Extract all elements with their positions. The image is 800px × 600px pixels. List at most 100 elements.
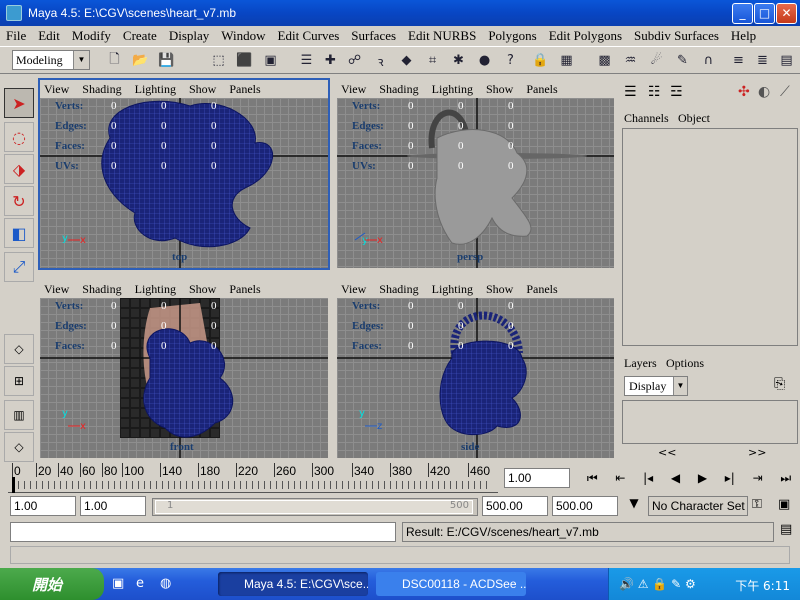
channels-menu[interactable]: Channels (624, 111, 669, 126)
menu-subdiv-surfaces[interactable]: Subdiv Surfaces (628, 28, 725, 44)
script-editor-icon[interactable]: ▤ (780, 522, 792, 537)
play-forward-icon[interactable]: ▶ (698, 471, 707, 485)
ipr-render-icon[interactable]: ☄ (646, 50, 667, 71)
animation-prefs-icon[interactable]: ▣ (778, 497, 790, 512)
selection-mask-icon[interactable]: ☰ (296, 50, 317, 71)
new-scene-icon[interactable]: 🗋 (104, 50, 125, 71)
save-scene-icon[interactable]: 💾 (156, 50, 177, 71)
range-slider-handle[interactable] (155, 500, 473, 514)
taskbar-item-acdsee[interactable]: DSC00118 - ACDSee ... (376, 572, 526, 596)
menu-edit-polygons[interactable]: Edit Polygons (543, 28, 628, 44)
taskbar-item-maya[interactable]: Maya 4.5: E:\CGV\sce... (218, 572, 368, 596)
layer-type-select[interactable]: Display ▼ (624, 376, 688, 396)
viewport-menu-lighting[interactable]: Lighting (135, 282, 176, 297)
menu-modify[interactable]: Modify (66, 28, 117, 44)
tool-settings-icon[interactable]: ▤ (776, 50, 797, 71)
menu-display[interactable]: Display (163, 28, 215, 44)
minimize-button[interactable]: _ (732, 3, 753, 24)
viewport-side[interactable]: y z View Shading Lighting Show Panels Verts:… (337, 280, 614, 458)
step-back-frame-icon[interactable]: |◂ (643, 471, 653, 485)
current-frame-field[interactable]: 1.00 (504, 468, 570, 488)
current-time-marker[interactable] (12, 477, 15, 493)
hypershade-icon[interactable]: ♒ (620, 50, 641, 71)
menu-polygons[interactable]: Polygons (482, 28, 542, 44)
snap-grid-icon[interactable]: ✚ (320, 50, 341, 71)
character-set-field[interactable]: No Character Set (648, 496, 748, 516)
select-object-icon[interactable]: ⬛ (234, 50, 255, 71)
rotate-tool-icon[interactable]: ↻ (4, 186, 34, 216)
menu-surfaces[interactable]: Surfaces (345, 28, 402, 44)
desktop-icon[interactable]: ▣ (112, 576, 124, 591)
object-menu[interactable]: Object (678, 111, 710, 126)
viewport-menu-panels[interactable]: Panels (229, 82, 260, 97)
lasso-tool-icon[interactable]: ◌ (4, 122, 34, 152)
start-button[interactable]: 開始 (0, 568, 104, 600)
menu-edit-nurbs[interactable]: Edit NURBS (402, 28, 482, 44)
four-pane-layout-icon[interactable]: ⊞ (4, 366, 34, 396)
channel-box-list-icon[interactable]: ☰ (624, 84, 637, 100)
time-slider[interactable]: 0 20 40 60 80 100 140 180 220 260 300 340 380 420 460 (8, 463, 498, 493)
playback-end-field[interactable]: 500.00 (482, 496, 548, 516)
snap-curve-icon[interactable]: ☍ (344, 50, 365, 71)
step-back-key-icon[interactable]: ⇤ (615, 471, 625, 485)
select-hierarchy-icon[interactable]: ⬚ (208, 50, 229, 71)
go-to-end-icon[interactable]: ⏭ (780, 471, 791, 486)
snap-view-icon[interactable]: ◆ (396, 50, 417, 71)
viewport-menu-show[interactable]: Show (486, 82, 513, 97)
viewport-menu-panels[interactable]: Panels (526, 282, 557, 297)
lock-icon[interactable]: 🔒 (530, 50, 551, 71)
layer-editor-list-icon[interactable]: ☷ (648, 84, 661, 100)
layers-menu[interactable]: Layers (624, 356, 657, 371)
viewport-menu-show[interactable]: Show (486, 282, 513, 297)
step-forward-key-icon[interactable]: ⇥ (753, 471, 763, 485)
viewport-menu-lighting[interactable]: Lighting (432, 82, 473, 97)
menu-edit[interactable]: Edit (32, 28, 66, 44)
viewport-menu-shading[interactable]: Shading (82, 282, 121, 297)
select-tool-icon[interactable]: ➤ (4, 88, 34, 118)
render-globals-icon[interactable]: ✎ (672, 50, 693, 71)
move-tool-icon[interactable]: ⬗ (4, 154, 34, 184)
magnet-icon[interactable]: ∩ (698, 50, 719, 71)
snap-point-icon[interactable]: ꝛ (370, 50, 391, 71)
step-forward-frame-icon[interactable]: ▸| (725, 471, 735, 485)
menu-file[interactable]: File (0, 28, 32, 44)
tray-app-icons[interactable]: 🔊 ⚠ 🔒 ✎ ⚙ (619, 577, 696, 591)
menu-create[interactable]: Create (117, 28, 163, 44)
playback-start-field[interactable]: 1.00 (80, 496, 146, 516)
input-ops-icon[interactable]: ▦ (556, 50, 577, 71)
render-icon[interactable]: ● (474, 50, 495, 71)
attribute-editor-icon[interactable]: ≣ (752, 50, 773, 71)
viewport-menu-shading[interactable]: Shading (379, 82, 418, 97)
range-slider[interactable]: 1 500 (152, 498, 478, 516)
menu-help[interactable]: Help (725, 28, 762, 44)
persp-graph-layout-icon[interactable]: ◇ (4, 432, 34, 462)
viewport-menu-view[interactable]: View (44, 82, 69, 97)
combined-list-icon[interactable]: ☲ (670, 84, 683, 100)
render-view-icon[interactable]: ▩ (594, 50, 615, 71)
chevron-down-icon[interactable]: ▼ (73, 51, 89, 69)
viewport-menu-lighting[interactable]: Lighting (432, 282, 473, 297)
shading-toggle-icon[interactable]: ◐ (758, 84, 770, 100)
go-to-start-icon[interactable]: ⏮ (587, 471, 598, 486)
open-scene-icon[interactable]: 📂 (130, 50, 151, 71)
viewport-menu-panels[interactable]: Panels (229, 282, 260, 297)
scroll-right-button[interactable]: >> (748, 446, 766, 459)
viewport-menu-view[interactable]: View (44, 282, 69, 297)
new-layer-icon[interactable]: ⎘ (774, 376, 785, 392)
pick-tool-icon[interactable]: ⟋ (780, 84, 790, 100)
viewport-menu-panels[interactable]: Panels (526, 82, 557, 97)
axis-manipulator-icon[interactable]: ✣ (738, 84, 750, 100)
chevron-down-icon[interactable]: ▼ (673, 377, 687, 395)
select-component-icon[interactable]: ▣ (260, 50, 281, 71)
maximize-button[interactable]: □ (754, 3, 775, 24)
snap-surface-icon[interactable]: ⌗ (422, 50, 443, 71)
viewport-menu-show[interactable]: Show (189, 82, 216, 97)
key-icon[interactable]: ⚿ (752, 497, 762, 512)
viewport-front[interactable]: y x View Shading Lighting Show Panels Verts:… (40, 280, 328, 458)
viewport-menu-shading[interactable]: Shading (82, 82, 121, 97)
play-backward-icon[interactable]: ◀ (671, 471, 680, 485)
viewport-menu-show[interactable]: Show (189, 282, 216, 297)
show-manipulator-icon[interactable]: ⤢ (4, 252, 34, 282)
start-time-field[interactable]: 1.00 (10, 496, 76, 516)
viewport-top[interactable]: y x View Shading Lighting Show Panels Verts:… (38, 78, 330, 270)
